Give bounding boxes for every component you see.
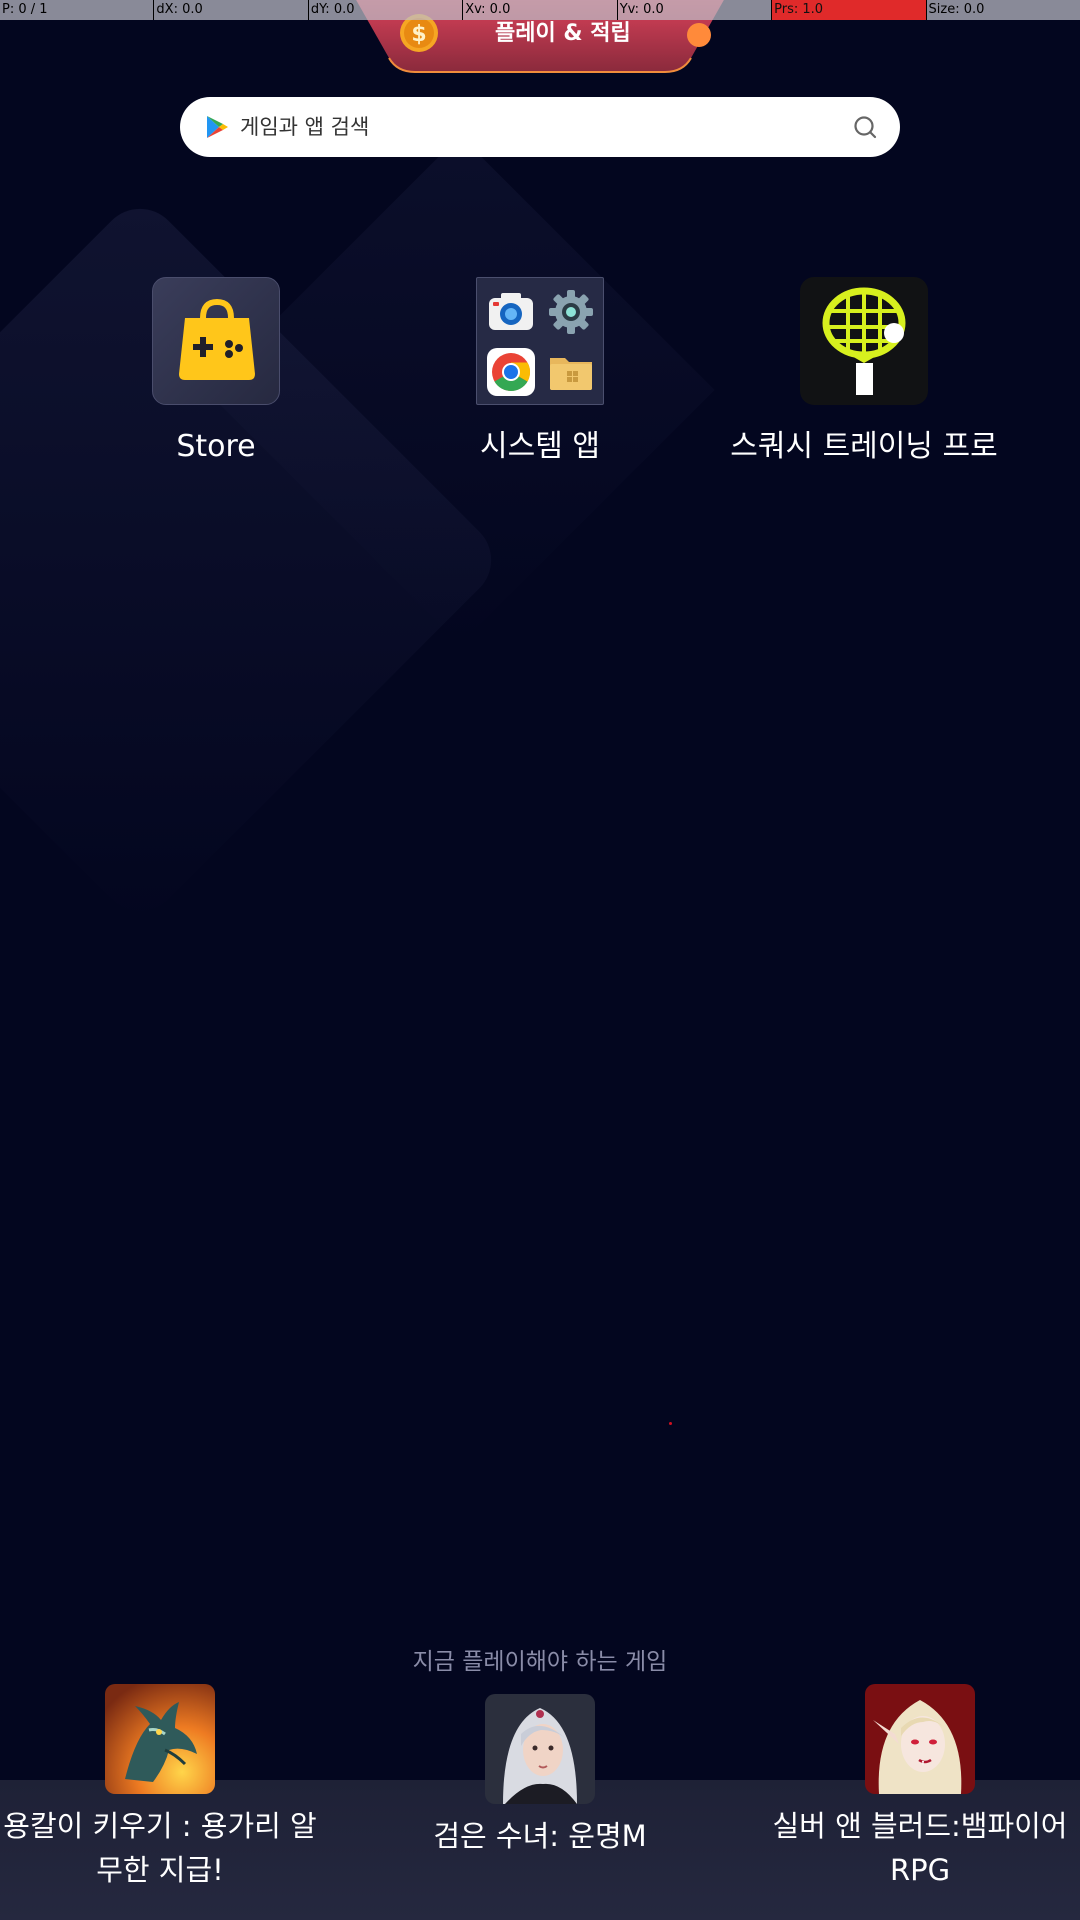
delta-y: dY: 0.0 [307,0,463,20]
shopping-bag-gamepad-icon [152,277,280,405]
dragon-game-icon [105,1684,215,1794]
delta-x: dX: 0.0 [153,0,308,20]
velocity-x: Xv: 0.0 [462,0,617,20]
home-screen: P: 0 / 1 dX: 0.0 dY: 0.0 Xv: 0.0 Yv: 0.0… [0,0,1080,1920]
pointer-location-bar: P: 0 / 1 dX: 0.0 dY: 0.0 Xv: 0.0 Yv: 0.0… [0,0,1080,20]
touch-size: Size: 0.0 [925,0,1080,20]
google-play-icon [207,116,228,138]
camera-icon [489,293,533,330]
app-squash-training-pro[interactable]: 스쿼시 트레이닝 프로 [704,277,1024,467]
squash-racket-icon [800,277,928,405]
velocity-y: Yv: 0.0 [616,0,772,20]
search-bar[interactable]: 게임과 앱 검색 [180,97,900,157]
file-folder-icon [550,358,592,390]
gear-icon [549,290,593,334]
search-placeholder: 게임과 앱 검색 [240,115,370,139]
system-apps-folder-icon [476,277,604,405]
app-system-folder[interactable]: 시스템 앱 [380,277,700,467]
game-silver-and-blood[interactable]: 실버 앤 블러드:뱀파이어 RPG [750,1684,1080,1892]
app-label: 시스템 앱 [480,429,600,464]
game-dragon[interactable]: 용칼이 키우기 : 용가리 알 무한 지급! [0,1684,330,1892]
game-label: 용칼이 키우기 : 용가리 알 무한 지급! [3,1809,317,1887]
touch-indicator-dot [669,1422,672,1425]
pointer-count: P: 0 / 1 [0,0,154,20]
app-label: Store [176,429,256,464]
app-store[interactable]: Store [56,277,376,467]
black-nun-game-icon [485,1694,595,1804]
game-label: 검은 수녀: 운명M [433,1819,647,1853]
svg-text:$: $ [411,22,426,47]
chrome-icon [487,348,535,396]
pressure: Prs: 1.0 [771,0,926,20]
game-label: 실버 앤 블러드:뱀파이어 RPG [772,1809,1068,1887]
recommended-title: 지금 플레이해야 하는 게임 [412,1649,668,1675]
vampire-game-icon [865,1684,975,1794]
magnifier-icon[interactable] [852,114,878,140]
game-black-nun[interactable]: 검은 수녀: 운명M [370,1684,710,1858]
app-label: 스쿼시 트레이닝 프로 [730,429,998,464]
notification-dot [687,23,711,47]
play-earn-label: 플레이 & 적립 [495,21,631,46]
